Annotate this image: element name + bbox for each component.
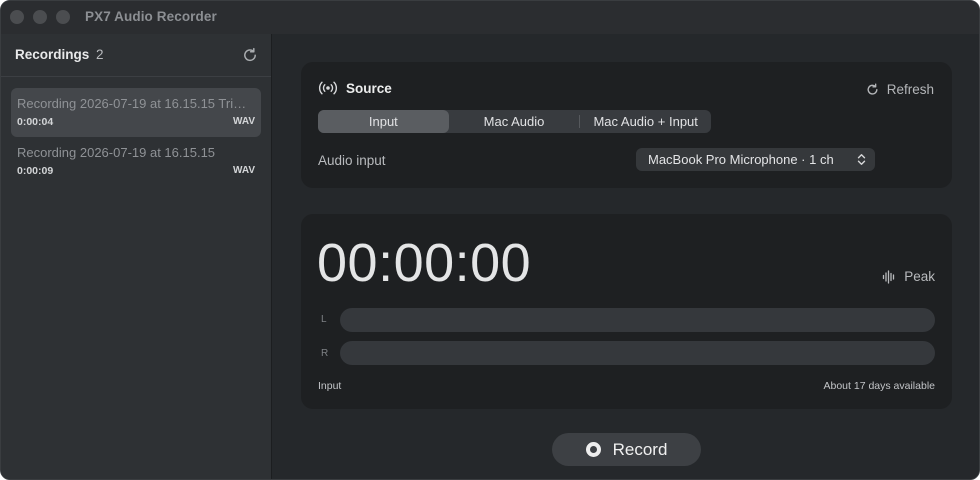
window-title: PX7 Audio Recorder bbox=[85, 9, 217, 24]
source-card: Source Refresh Input Mac Audio Mac Audio… bbox=[301, 62, 952, 188]
app-window: PX7 Audio Recorder Recordings 2 Recordin… bbox=[0, 0, 980, 480]
refresh-icon bbox=[867, 83, 878, 95]
storage-available-label: About 17 days available bbox=[823, 380, 936, 392]
audio-input-label: Audio input bbox=[318, 153, 386, 168]
audio-input-select[interactable]: MacBook Pro Microphone · 1 ch bbox=[636, 148, 875, 171]
mode-mac-audio-segment[interactable]: Mac Audio bbox=[449, 110, 580, 133]
zoom-window-button[interactable] bbox=[56, 10, 70, 24]
refresh-button[interactable]: Refresh bbox=[865, 79, 934, 99]
close-window-button[interactable] bbox=[10, 10, 24, 24]
peak-label: Peak bbox=[904, 269, 935, 284]
mode-mac-audio-input-segment[interactable]: Mac Audio + Input bbox=[580, 110, 711, 133]
elapsed-time-display: 00:00:00 bbox=[317, 233, 532, 293]
sidebar-header: Recordings 2 bbox=[1, 34, 271, 77]
broadcast-icon bbox=[318, 81, 338, 95]
main-panel: Source Refresh Input Mac Audio Mac Audio… bbox=[273, 34, 979, 479]
refresh-label: Refresh bbox=[886, 81, 934, 97]
mode-input-segment[interactable]: Input bbox=[318, 110, 449, 133]
minimize-window-button[interactable] bbox=[33, 10, 47, 24]
recording-duration: 0:00:09 bbox=[17, 165, 54, 177]
right-channel-meter bbox=[340, 341, 935, 365]
refresh-icon[interactable] bbox=[241, 46, 259, 64]
sidebar-title: Recordings bbox=[15, 47, 90, 62]
recordings-sidebar: Recordings 2 Recording 2026-07-19 at 16.… bbox=[1, 34, 272, 479]
recording-format: WAV bbox=[232, 116, 255, 127]
meter-source-label: Input bbox=[318, 380, 342, 392]
right-channel-label: R bbox=[321, 348, 329, 359]
peak-button[interactable]: Peak bbox=[882, 269, 935, 284]
title-bar: PX7 Audio Recorder bbox=[1, 1, 979, 34]
record-icon bbox=[585, 442, 601, 457]
recording-list-item[interactable]: Recording 2026-07-19 at 16.15.15 Trimmed… bbox=[11, 88, 261, 137]
waveform-icon bbox=[883, 269, 895, 284]
recording-name: Recording 2026-07-19 at 16.15.15 Trimmed bbox=[17, 96, 255, 111]
recording-list-item[interactable]: Recording 2026-07-19 at 16.15.15 0:00:09… bbox=[11, 137, 261, 186]
record-label: Record bbox=[612, 439, 668, 459]
left-channel-label: L bbox=[321, 314, 327, 325]
recording-name: Recording 2026-07-19 at 16.15.15 bbox=[17, 145, 216, 160]
source-title: Source bbox=[346, 81, 392, 96]
meter-card: 00:00:00 Peak L R Input About 17 days av… bbox=[301, 214, 952, 409]
audio-input-value: MacBook Pro Microphone · 1 ch bbox=[648, 152, 834, 167]
source-mode-segmented-control: Input Mac Audio Mac Audio + Input bbox=[318, 110, 711, 133]
chevron-up-down-icon bbox=[857, 154, 866, 165]
recording-duration: 0:00:04 bbox=[17, 116, 54, 128]
recording-format: WAV bbox=[232, 165, 255, 176]
record-button[interactable]: Record bbox=[552, 433, 701, 466]
recordings-count: 2 bbox=[96, 47, 104, 62]
left-channel-meter bbox=[340, 308, 935, 332]
